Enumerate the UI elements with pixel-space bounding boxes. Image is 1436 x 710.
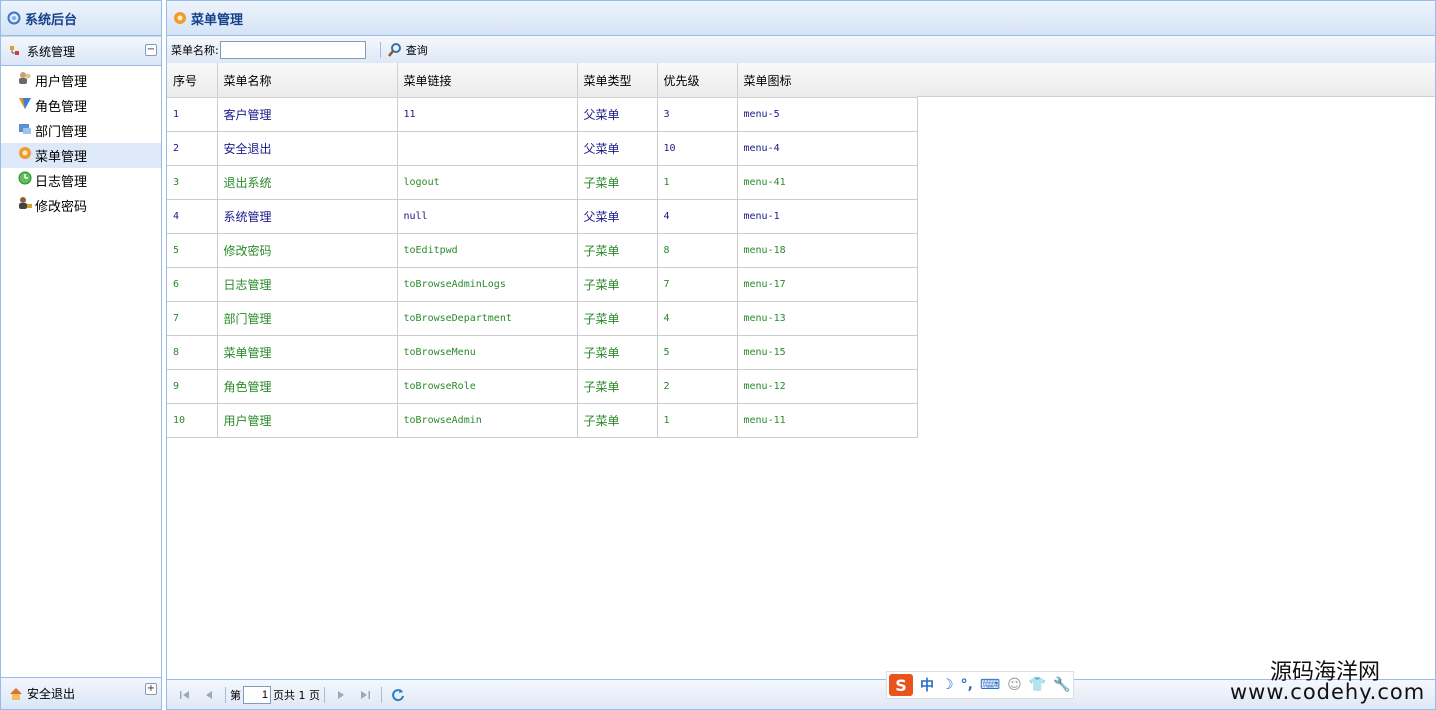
grid-header-filler (917, 63, 1435, 97)
page-number-input[interactable] (243, 685, 271, 704)
refresh-globe-icon (7, 11, 21, 25)
column-header-no[interactable]: 序号 (167, 63, 218, 98)
sidebar-header: 系统后台 (1, 1, 161, 36)
password-icon (19, 196, 32, 209)
sidebar: 系统后台 系统管理 − 用户管理 角色管理 部门管理 菜单管理 日志管理 修改密… (0, 0, 162, 710)
clock-icon (18, 171, 32, 184)
menu-flower-icon (174, 12, 186, 24)
search-toolbar: 菜单名称: 查询 (167, 36, 1435, 64)
column-header-link[interactable]: 菜单链接 (397, 63, 578, 98)
skin-icon[interactable]: 👕 (1029, 677, 1046, 693)
accordion-system-management[interactable]: 系统管理 − (1, 36, 161, 66)
sidebar-item-change-password[interactable]: 修改密码 (1, 193, 161, 218)
users-icon (19, 71, 31, 84)
accordion-logout[interactable]: 安全退出 + (1, 677, 161, 709)
next-page-icon[interactable] (334, 688, 348, 702)
main-panel: 菜单管理 菜单名称: 查询 序号 菜单名称 菜单链接 菜单类型 优先级 菜单图标 (166, 0, 1436, 710)
department-icon (19, 123, 31, 134)
sidebar-item-logs[interactable]: 日志管理 (1, 168, 161, 193)
refresh-icon[interactable] (391, 688, 405, 702)
main-header: 菜单管理 (167, 1, 1435, 36)
menu-flower-icon (19, 146, 31, 159)
first-page-icon[interactable] (178, 688, 192, 702)
table-row[interactable]: 7 部门管理 toBrowseDepartment 子菜单 4 menu-13 (167, 301, 918, 336)
ime-mode-label[interactable]: 中 (920, 675, 934, 695)
table-header-row: 序号 菜单名称 菜单链接 菜单类型 优先级 菜单图标 (167, 63, 918, 98)
search-button[interactable]: 查询 (387, 42, 428, 58)
sidebar-item-menus[interactable]: 菜单管理 (1, 143, 161, 168)
table-row[interactable]: 10 用户管理 toBrowseAdmin 子菜单 1 menu-11 (167, 403, 918, 438)
keyboard-icon[interactable]: ⌨ (980, 677, 1000, 693)
table-row[interactable]: 2 安全退出 父菜单 10 menu-4 (167, 131, 918, 166)
pager-separator (225, 686, 226, 703)
last-page-icon[interactable] (358, 688, 372, 702)
sidebar-menu: 用户管理 角色管理 部门管理 菜单管理 日志管理 修改密码 (1, 66, 161, 218)
sogou-logo-icon: S (889, 674, 913, 696)
voice-icon[interactable]: ☺ (1007, 677, 1022, 693)
tree-icon (10, 46, 19, 55)
table-row[interactable]: 9 角色管理 toBrowseRole 子菜单 2 menu-12 (167, 369, 918, 404)
sidebar-item-departments[interactable]: 部门管理 (1, 118, 161, 143)
ime-toolbar[interactable]: S 中 ☽ °, ⌨ ☺ 👕 🔧 (886, 671, 1074, 699)
table-row[interactable]: 4 系统管理 null 父菜单 4 menu-1 (167, 199, 918, 234)
collapse-icon[interactable]: − (145, 44, 157, 56)
table-row[interactable]: 3 退出系统 logout 子菜单 1 menu-41 (167, 165, 918, 200)
accordion-label: 系统管理 (27, 44, 76, 59)
moon-icon[interactable]: ☽ (941, 677, 954, 693)
logout-label: 安全退出 (27, 687, 76, 701)
sidebar-title: 系统后台 (25, 12, 78, 28)
pager-separator (381, 686, 382, 703)
table-row[interactable]: 1 客户管理 11 父菜单 3 menu-5 (167, 97, 918, 132)
page-total: 页共 1 页 (273, 688, 320, 702)
data-grid: 序号 菜单名称 菜单链接 菜单类型 优先级 菜单图标 1 客户管理 11 父菜单… (167, 63, 1435, 679)
prev-page-icon[interactable] (202, 688, 216, 702)
table-row[interactable]: 5 修改密码 toEditpwd 子菜单 8 menu-18 (167, 233, 918, 268)
column-header-name[interactable]: 菜单名称 (217, 63, 398, 98)
search-label: 菜单名称: (171, 43, 219, 57)
page-prefix: 第 (230, 688, 241, 702)
table-row[interactable]: 6 日志管理 toBrowseAdminLogs 子菜单 7 menu-17 (167, 267, 918, 302)
search-icon (387, 42, 401, 57)
column-header-type[interactable]: 菜单类型 (577, 63, 658, 98)
menu-table: 序号 菜单名称 菜单链接 菜单类型 优先级 菜单图标 1 客户管理 11 父菜单… (167, 63, 918, 438)
column-header-priority[interactable]: 优先级 (657, 63, 738, 98)
column-header-icon[interactable]: 菜单图标 (737, 63, 918, 98)
home-icon (10, 687, 22, 700)
pager-separator (324, 686, 325, 703)
menu-name-input[interactable] (219, 40, 366, 59)
roles-icon (19, 97, 31, 109)
toolbar-separator (379, 41, 381, 58)
wrench-icon[interactable]: 🔧 (1053, 677, 1070, 693)
sidebar-item-users[interactable]: 用户管理 (1, 68, 161, 93)
expand-icon[interactable]: + (145, 683, 157, 695)
punctuation-icon[interactable]: °, (961, 677, 973, 693)
main-title: 菜单管理 (191, 12, 244, 28)
sidebar-item-roles[interactable]: 角色管理 (1, 93, 161, 118)
watermark-url: www.codehy.com (1230, 680, 1426, 704)
table-row[interactable]: 8 菜单管理 toBrowseMenu 子菜单 5 menu-15 (167, 335, 918, 370)
